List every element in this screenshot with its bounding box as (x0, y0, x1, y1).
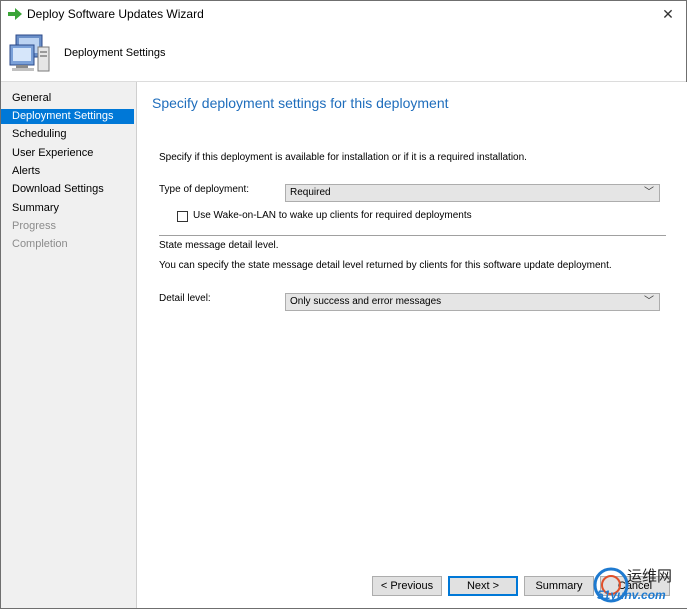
deployment-type-select[interactable]: Required ﹀ (285, 184, 660, 202)
state-message-description: You can specify the state message detail… (159, 260, 612, 271)
green-arrow-icon (8, 8, 22, 20)
deployment-type-label: Type of deployment: (159, 184, 250, 195)
nav-item-download-settings[interactable]: Download Settings (1, 182, 134, 197)
nav-item-user-experience[interactable]: User Experience (1, 146, 134, 161)
nav-item-completion: Completion (12, 238, 68, 250)
chevron-down-icon: ﹀ (644, 187, 654, 198)
wizard-nav: General Deployment Settings Scheduling U… (1, 82, 135, 608)
main-panel: Specify deployment settings for this dep… (136, 82, 687, 608)
watermark-text-cn: 运维网 (627, 567, 673, 585)
previous-button[interactable]: < Previous (372, 576, 442, 596)
summary-button[interactable]: Summary (524, 576, 594, 596)
detail-level-select[interactable]: Only success and error messages ﹀ (285, 293, 660, 311)
wake-on-lan-checkbox[interactable] (177, 211, 188, 222)
section-title: Specify deployment settings for this dep… (152, 95, 449, 111)
wizard-header: Deployment Settings (1, 27, 686, 82)
chevron-down-icon: ﹀ (644, 296, 654, 307)
watermark-text-url: 51yunv.com (597, 588, 666, 602)
nav-item-general[interactable]: General (1, 91, 134, 106)
nav-item-alerts[interactable]: Alerts (1, 164, 134, 179)
detail-level-value: Only success and error messages (290, 296, 442, 307)
wizard-window: Deploy Software Updates Wizard ✕ Deploym… (0, 0, 687, 609)
close-icon[interactable]: ✕ (654, 3, 682, 25)
section-divider (159, 235, 666, 236)
window-title: Deploy Software Updates Wizard (27, 7, 204, 21)
detail-level-label: Detail level: (159, 293, 211, 304)
title-bar: Deploy Software Updates Wizard ✕ (1, 1, 686, 27)
wake-on-lan-label: Use Wake-on-LAN to wake up clients for r… (193, 210, 472, 221)
nav-item-deployment-settings[interactable]: Deployment Settings (1, 109, 134, 124)
nav-item-progress: Progress (12, 220, 57, 232)
page-title: Deployment Settings (64, 47, 166, 59)
next-button[interactable]: Next > (448, 576, 518, 596)
watermark: 运维网 51yunv.com (589, 563, 687, 609)
deployment-description: Specify if this deployment is available … (159, 152, 527, 163)
state-message-heading: State message detail level. (159, 240, 279, 251)
computer-icon (9, 34, 50, 72)
deployment-type-value: Required (290, 187, 331, 198)
nav-item-scheduling[interactable]: Scheduling (1, 127, 134, 142)
nav-item-summary[interactable]: Summary (1, 201, 134, 216)
